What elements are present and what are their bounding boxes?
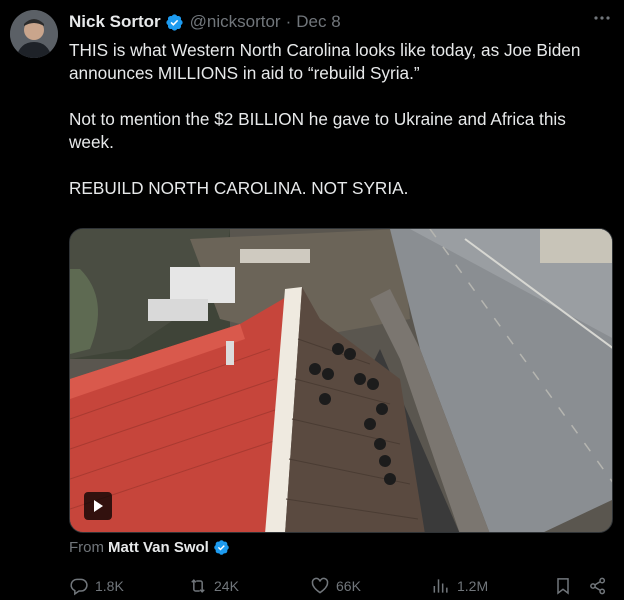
verified-badge-icon: [213, 539, 230, 556]
from-author-name[interactable]: Matt Van Swol: [108, 539, 209, 556]
bookmark-button[interactable]: [553, 574, 573, 598]
bookmark-icon: [557, 578, 569, 595]
author-avatar[interactable]: [10, 10, 58, 58]
reply-count: 1.8K: [95, 578, 124, 594]
action-bar: 1.8K 24K 66K 1.2M: [69, 574, 614, 598]
verified-badge-icon: [165, 13, 184, 32]
repost-button[interactable]: 24K: [188, 574, 239, 598]
from-label: From: [69, 539, 104, 556]
tweet-date[interactable]: Dec 8: [296, 12, 340, 32]
views-chart-icon: [433, 579, 448, 593]
author-handle[interactable]: @nicksortor: [190, 12, 281, 32]
share-button[interactable]: [588, 574, 608, 598]
reply-icon: [70, 578, 88, 596]
like-button[interactable]: 66K: [310, 574, 361, 598]
video-frame-image: [70, 229, 612, 532]
repost-count: 24K: [214, 578, 239, 594]
tweet-video[interactable]: [69, 228, 613, 533]
play-icon[interactable]: [84, 492, 112, 520]
views-button[interactable]: 1.2M: [431, 574, 488, 598]
views-count: 1.2M: [457, 578, 489, 594]
like-count: 66K: [336, 578, 361, 594]
heart-icon: [311, 577, 329, 594]
author-name[interactable]: Nick Sortor: [69, 12, 161, 32]
repost-icon: [191, 579, 205, 593]
share-icon: [590, 577, 606, 595]
media-attribution: From Matt Van Swol: [69, 539, 230, 556]
date-separator: ·: [285, 12, 292, 31]
reply-button[interactable]: 1.8K: [69, 574, 124, 598]
tweet-text: THIS is what Western North Carolina look…: [69, 40, 581, 198]
tweet-header: Nick Sortor @nicksortor · Dec 8: [69, 11, 614, 33]
more-options-icon[interactable]: [592, 8, 612, 28]
